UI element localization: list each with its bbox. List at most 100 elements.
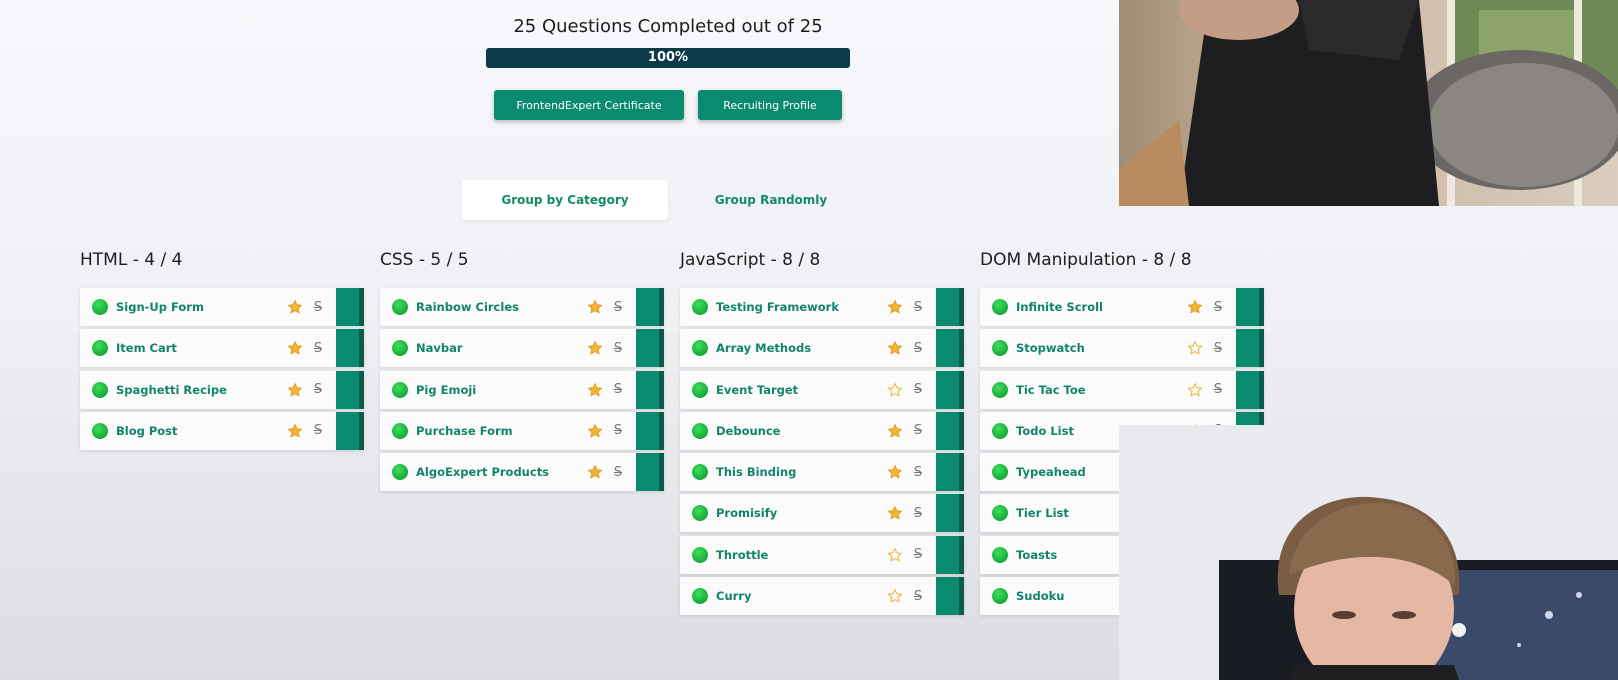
star-filled-icon[interactable] bbox=[886, 504, 904, 522]
question-link[interactable]: Stopwatch bbox=[1016, 341, 1186, 355]
question-link[interactable]: Tic Tac Toe bbox=[1016, 383, 1186, 397]
question-row-item-cart[interactable]: Item Cart S bbox=[80, 329, 364, 368]
question-link[interactable]: Sign-Up Form bbox=[116, 300, 286, 314]
question-action-tab[interactable] bbox=[936, 370, 964, 409]
star-outline-icon[interactable] bbox=[886, 587, 904, 605]
strikethrough-icon[interactable]: S bbox=[610, 464, 626, 480]
question-action-tab[interactable] bbox=[1236, 329, 1264, 368]
question-action-tab[interactable] bbox=[936, 329, 964, 368]
question-row-rainbow-circles[interactable]: Rainbow Circles S bbox=[380, 288, 664, 326]
question-link[interactable]: Event Target bbox=[716, 383, 886, 397]
strikethrough-icon[interactable]: S bbox=[310, 340, 326, 356]
question-action-tab[interactable] bbox=[636, 329, 664, 368]
star-outline-icon[interactable] bbox=[1186, 381, 1204, 399]
question-link[interactable]: Testing Framework bbox=[716, 300, 886, 314]
question-link[interactable]: This Binding bbox=[716, 465, 886, 479]
strikethrough-icon[interactable]: S bbox=[910, 505, 926, 521]
question-action-tab[interactable] bbox=[636, 370, 664, 409]
question-link[interactable]: Pig Emoji bbox=[416, 383, 586, 397]
star-filled-icon[interactable] bbox=[586, 298, 604, 316]
question-row-sign-up-form[interactable]: Sign-Up Form S bbox=[80, 288, 364, 326]
question-link[interactable]: Array Methods bbox=[716, 341, 886, 355]
strikethrough-icon[interactable]: S bbox=[910, 547, 926, 563]
question-link[interactable]: Infinite Scroll bbox=[1016, 300, 1186, 314]
question-row-purchase-form[interactable]: Purchase Form S bbox=[380, 411, 664, 450]
question-action-tab[interactable] bbox=[636, 411, 664, 450]
strikethrough-icon[interactable]: S bbox=[910, 299, 926, 315]
star-filled-icon[interactable] bbox=[886, 422, 904, 440]
question-link[interactable]: Navbar bbox=[416, 341, 586, 355]
question-row-tic-tac-toe[interactable]: Tic Tac Toe S bbox=[980, 370, 1264, 409]
strikethrough-icon[interactable]: S bbox=[310, 299, 326, 315]
star-filled-icon[interactable] bbox=[886, 463, 904, 481]
question-link[interactable]: Item Cart bbox=[116, 341, 286, 355]
question-row-throttle[interactable]: Throttle S bbox=[680, 535, 964, 574]
question-row-event-target[interactable]: Event Target S bbox=[680, 370, 964, 409]
strikethrough-icon[interactable]: S bbox=[610, 340, 626, 356]
question-action-tab[interactable] bbox=[936, 288, 964, 326]
group-by-category-tab[interactable]: Group by Category bbox=[462, 180, 668, 220]
strikethrough-icon[interactable]: S bbox=[310, 423, 326, 439]
star-outline-icon[interactable] bbox=[886, 381, 904, 399]
question-row-this-binding[interactable]: This Binding S bbox=[680, 453, 964, 492]
question-action-tab[interactable] bbox=[1236, 370, 1264, 409]
question-action-tab[interactable] bbox=[336, 411, 364, 450]
question-action-tab[interactable] bbox=[636, 453, 664, 492]
question-action-tab[interactable] bbox=[936, 494, 964, 533]
star-filled-icon[interactable] bbox=[886, 339, 904, 357]
question-row-blog-post[interactable]: Blog Post S bbox=[80, 411, 364, 450]
star-filled-icon[interactable] bbox=[1186, 298, 1204, 316]
strikethrough-icon[interactable]: S bbox=[910, 423, 926, 439]
star-filled-icon[interactable] bbox=[886, 298, 904, 316]
question-row-debounce[interactable]: Debounce S bbox=[680, 411, 964, 450]
question-action-tab[interactable] bbox=[936, 453, 964, 492]
recruiting-profile-button[interactable]: Recruiting Profile bbox=[698, 90, 842, 120]
strikethrough-icon[interactable]: S bbox=[610, 299, 626, 315]
question-row-infinite-scroll[interactable]: Infinite Scroll S bbox=[980, 288, 1264, 326]
question-action-tab[interactable] bbox=[636, 288, 664, 326]
question-link[interactable]: Curry bbox=[716, 589, 886, 603]
star-filled-icon[interactable] bbox=[586, 463, 604, 481]
question-action-tab[interactable] bbox=[936, 577, 964, 616]
question-action-tab[interactable] bbox=[336, 288, 364, 326]
strikethrough-icon[interactable]: S bbox=[910, 382, 926, 398]
question-link[interactable]: Promisify bbox=[716, 506, 886, 520]
frontendexpert-certificate-button[interactable]: FrontendExpert Certificate bbox=[494, 90, 684, 120]
strikethrough-icon[interactable]: S bbox=[1210, 340, 1226, 356]
question-link[interactable]: Purchase Form bbox=[416, 424, 586, 438]
star-filled-icon[interactable] bbox=[286, 422, 304, 440]
question-action-tab[interactable] bbox=[336, 329, 364, 368]
question-action-tab[interactable] bbox=[936, 535, 964, 574]
question-link[interactable]: Spaghetti Recipe bbox=[116, 383, 286, 397]
star-filled-icon[interactable] bbox=[286, 339, 304, 357]
strikethrough-icon[interactable]: S bbox=[910, 340, 926, 356]
star-filled-icon[interactable] bbox=[286, 298, 304, 316]
question-row-navbar[interactable]: Navbar S bbox=[380, 329, 664, 368]
strikethrough-icon[interactable]: S bbox=[310, 382, 326, 398]
question-action-tab[interactable] bbox=[1236, 288, 1264, 326]
strikethrough-icon[interactable]: S bbox=[910, 588, 926, 604]
question-link[interactable]: Rainbow Circles bbox=[416, 300, 586, 314]
star-filled-icon[interactable] bbox=[586, 422, 604, 440]
star-filled-icon[interactable] bbox=[586, 339, 604, 357]
question-row-promisify[interactable]: Promisify S bbox=[680, 494, 964, 533]
question-row-stopwatch[interactable]: Stopwatch S bbox=[980, 329, 1264, 368]
star-filled-icon[interactable] bbox=[286, 381, 304, 399]
strikethrough-icon[interactable]: S bbox=[1210, 382, 1226, 398]
star-outline-icon[interactable] bbox=[1186, 339, 1204, 357]
strikethrough-icon[interactable]: S bbox=[610, 382, 626, 398]
question-link[interactable]: Blog Post bbox=[116, 424, 286, 438]
question-row-testing-framework[interactable]: Testing Framework S bbox=[680, 288, 964, 326]
star-outline-icon[interactable] bbox=[886, 546, 904, 564]
question-action-tab[interactable] bbox=[936, 411, 964, 450]
question-row-algoexpert-products[interactable]: AlgoExpert Products S bbox=[380, 453, 664, 492]
question-row-array-methods[interactable]: Array Methods S bbox=[680, 329, 964, 368]
question-link[interactable]: Throttle bbox=[716, 548, 886, 562]
group-randomly-tab[interactable]: Group Randomly bbox=[668, 180, 874, 220]
question-action-tab[interactable] bbox=[336, 370, 364, 409]
strikethrough-icon[interactable]: S bbox=[610, 423, 626, 439]
star-filled-icon[interactable] bbox=[586, 381, 604, 399]
question-link[interactable]: AlgoExpert Products bbox=[416, 465, 586, 479]
question-row-curry[interactable]: Curry S bbox=[680, 577, 964, 616]
question-row-spaghetti-recipe[interactable]: Spaghetti Recipe S bbox=[80, 370, 364, 409]
